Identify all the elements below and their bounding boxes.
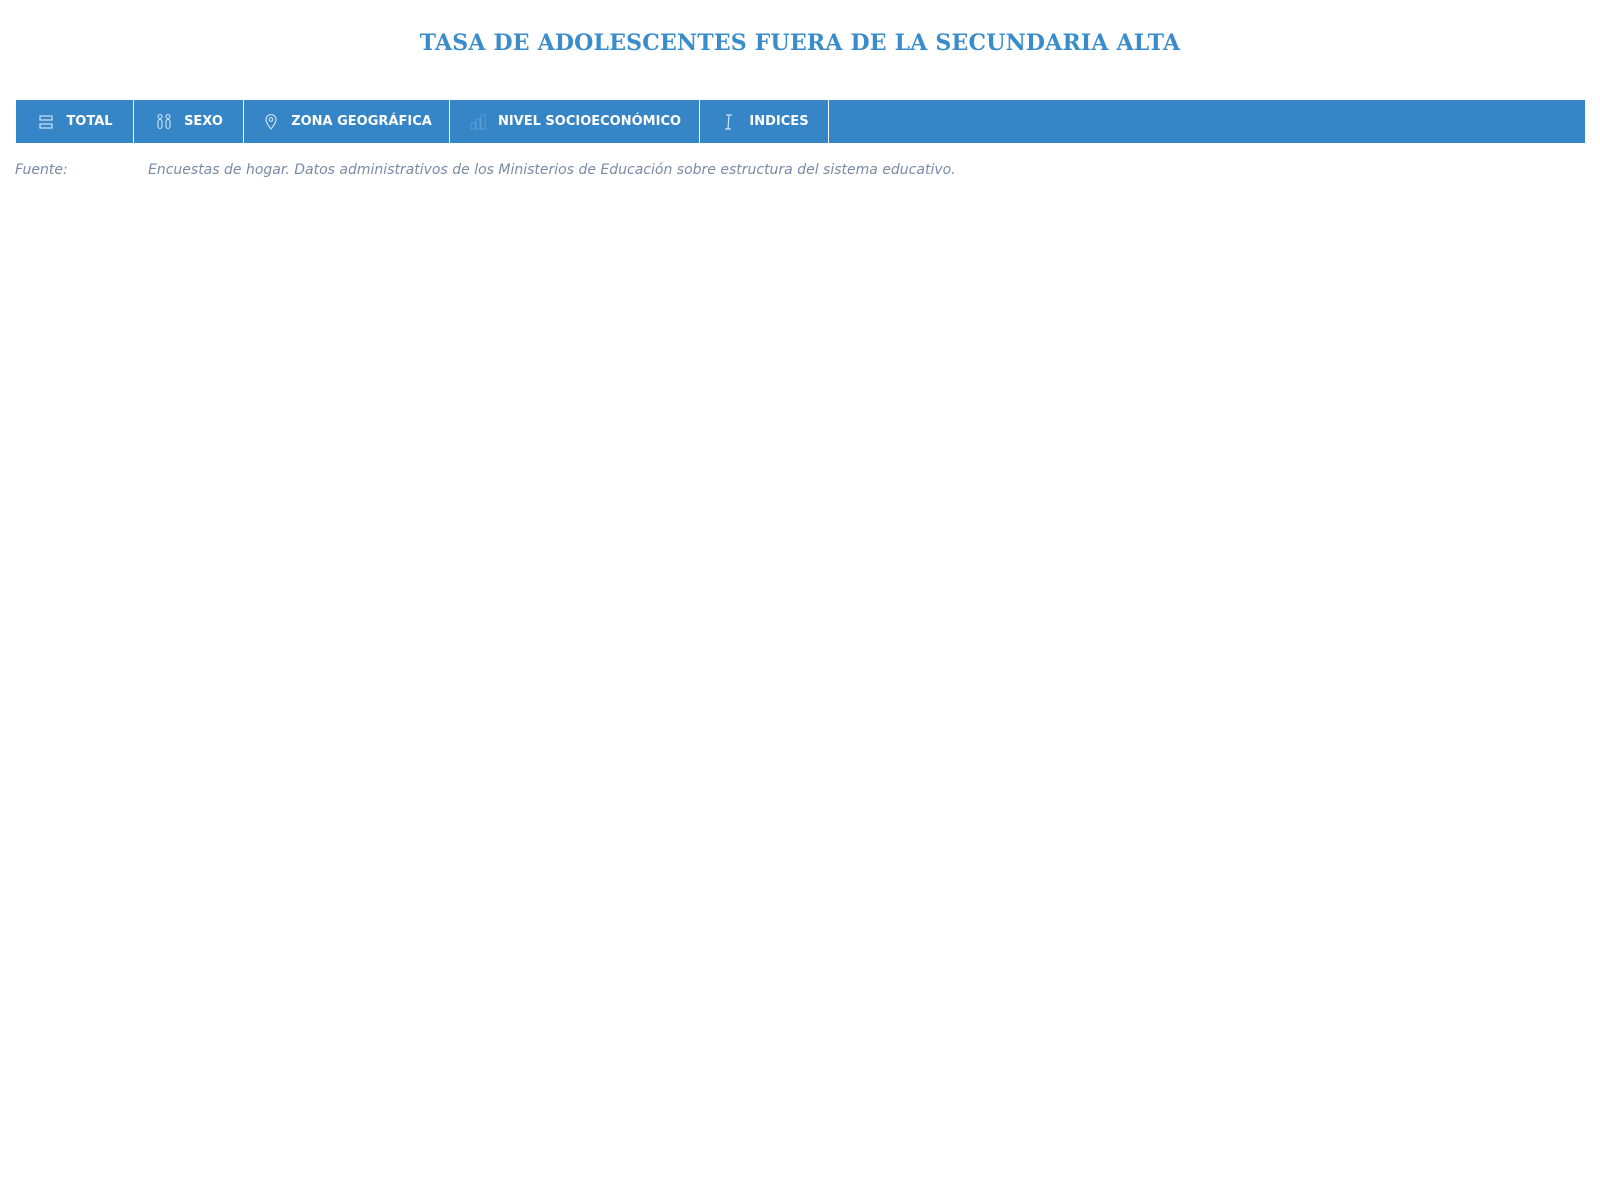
map-pin-icon [261, 112, 281, 132]
gender-icon [154, 112, 174, 132]
tab-indices[interactable]: INDICES [700, 100, 829, 143]
source-text: Encuestas de hogar. Datos administrativo… [148, 162, 956, 178]
tab-bar: TOTAL SEXO ZONA GEOGRÁFICA NIVEL SOCIOEC… [16, 100, 1585, 143]
index-icon [719, 112, 739, 132]
source-label: Fuente: [15, 162, 68, 178]
tab-zona-geografica[interactable]: ZONA GEOGRÁFICA [244, 100, 450, 143]
tab-nivel-socioeconomico[interactable]: NIVEL SOCIOECONÓMICO [450, 100, 700, 143]
tab-label: SEXO [184, 114, 223, 129]
page: TASA DE ADOLESCENTES FUERA DE LA SECUNDA… [0, 0, 1600, 1200]
stacked-bars-icon [36, 112, 56, 132]
tab-label: TOTAL [66, 114, 113, 129]
page-title: TASA DE ADOLESCENTES FUERA DE LA SECUNDA… [419, 30, 1181, 56]
tab-label: NIVEL SOCIOECONÓMICO [497, 114, 682, 129]
tab-total[interactable]: TOTAL [16, 100, 134, 143]
tab-label: ZONA GEOGRÁFICA [291, 114, 432, 129]
source-note: Fuente: Encuestas de hogar. Datos adminis… [15, 162, 956, 178]
levels-icon [468, 112, 488, 132]
tab-sexo[interactable]: SEXO [134, 100, 244, 143]
tab-label: INDICES [749, 114, 809, 129]
